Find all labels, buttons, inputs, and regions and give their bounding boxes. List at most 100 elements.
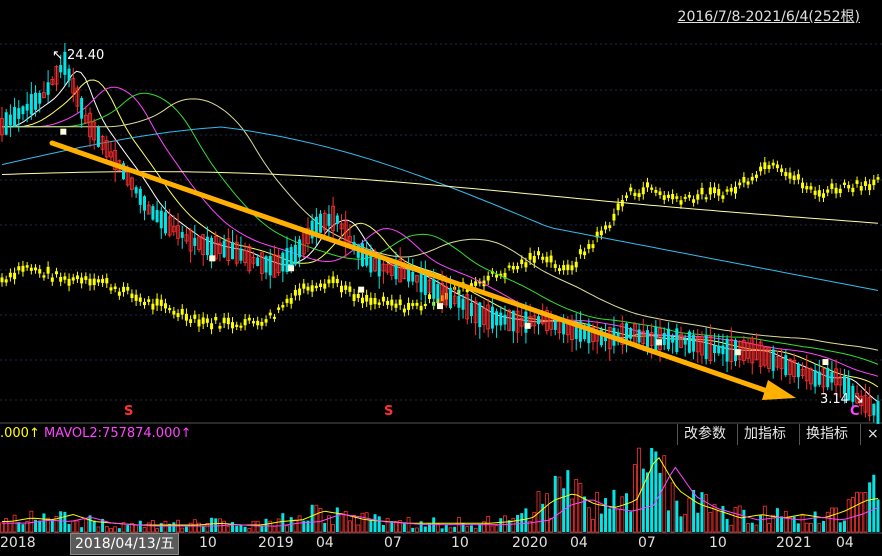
price-candle: [96, 126, 100, 147]
price-candle: [721, 345, 725, 355]
overlay-candle: [801, 182, 805, 189]
overlay-candle: [851, 187, 855, 193]
price-candle: [687, 331, 691, 353]
volume-bar: [360, 512, 365, 533]
switch-indicator-button[interactable]: 换指标: [799, 424, 854, 445]
overlay-candle: [67, 278, 71, 286]
overlay-candle: [260, 321, 264, 326]
overlay-candle: [251, 321, 255, 324]
volume-bar: [268, 520, 273, 533]
price-candle: [239, 248, 243, 261]
overlay-candle: [63, 276, 67, 280]
close-icon[interactable]: ×: [860, 424, 882, 445]
volume-bar: [872, 474, 876, 532]
overlay-candle: [180, 308, 184, 315]
overlay-candle: [750, 176, 754, 181]
overlay-candle: [298, 288, 302, 296]
volume-bar: [184, 526, 188, 532]
volume-bar: [50, 519, 54, 532]
volume-bar: [126, 525, 130, 532]
volume-bar: [850, 497, 855, 533]
volume-bar: [855, 491, 859, 533]
volume-bar: [469, 525, 473, 532]
stock-chart[interactable]: [0, 0, 882, 556]
overlay-candle: [84, 276, 88, 280]
price-candle: [21, 106, 25, 115]
volume-bar: [381, 524, 385, 532]
overlay-candle: [557, 268, 561, 271]
overlay-candle: [645, 182, 649, 188]
volume-bar: [285, 525, 289, 533]
overlay-candle: [239, 325, 243, 328]
volume-bar: [641, 468, 645, 532]
price-candle: [34, 92, 38, 110]
price-candle: [524, 311, 528, 333]
volume-bar: [377, 516, 381, 532]
overlay-candle: [419, 305, 423, 311]
overlay-candle: [754, 174, 758, 178]
date-range-label[interactable]: 2016/7/8-2021/6/4(252根): [678, 6, 860, 26]
volume-bar: [868, 482, 872, 532]
overlay-candle: [134, 294, 138, 301]
overlay-candle: [176, 313, 180, 318]
price-candle: [285, 248, 289, 272]
overlay-candle: [17, 266, 21, 271]
volume-bar: [364, 512, 369, 533]
volume-bar: [314, 504, 319, 533]
change-params-button[interactable]: 改参数: [677, 424, 732, 445]
volume-bar: [767, 523, 771, 533]
price-candle: [432, 279, 436, 299]
signal-c-marker: C: [850, 404, 860, 419]
overlay-candle: [109, 287, 113, 291]
price-candle: [872, 403, 876, 416]
price-candle: [314, 216, 318, 233]
volume-bar: [754, 524, 759, 533]
overlay-candle: [92, 278, 96, 286]
volume-bar: [553, 475, 557, 532]
volume-bar: [423, 526, 427, 532]
volume-bar: [440, 528, 444, 532]
cursor-date-label: 2018/04/13/五: [70, 533, 180, 555]
volume-bar: [729, 524, 734, 533]
volume-bar: [692, 489, 696, 532]
price-candle: [67, 68, 71, 81]
volume-bar: [138, 520, 142, 532]
price-candle: [713, 345, 717, 353]
overlay-candle: [415, 302, 419, 306]
add-indicator-button[interactable]: 加指标: [737, 424, 792, 445]
overlay-candle: [507, 265, 511, 268]
overlay-candle: [784, 172, 788, 177]
price-candles: [0, 42, 880, 429]
volume-bar: [637, 447, 641, 533]
overlay-candle: [101, 278, 105, 283]
overlay-candle: [88, 278, 92, 286]
overlay-candle: [633, 192, 637, 197]
overlay-candle: [122, 286, 126, 293]
overlay-candle: [264, 319, 268, 323]
overlay-candle: [226, 317, 230, 325]
volume-bar: [8, 522, 13, 533]
overlay-candle: [562, 265, 566, 271]
overlay-candle: [377, 302, 381, 305]
trend-arrow-head: [762, 380, 796, 400]
overlay-candle: [289, 297, 293, 304]
volume-bar: [63, 511, 67, 532]
volume-bar: [415, 527, 419, 533]
price-candle: [222, 240, 226, 258]
price-candle: [407, 267, 411, 282]
overlay-candle: [159, 299, 163, 306]
volume-bar: [549, 518, 553, 533]
overlay-candle: [398, 299, 402, 306]
volume-bar: [616, 508, 621, 533]
overlay-candle: [683, 196, 687, 199]
volume-bar: [251, 520, 256, 533]
overlay-candle: [277, 307, 281, 310]
trend-arrow: [49, 140, 796, 400]
volume-bar: [117, 528, 121, 532]
price-candle: [80, 98, 84, 119]
overlay-candle: [717, 189, 721, 196]
volume-bar: [113, 526, 118, 533]
volume-bar: [323, 522, 327, 532]
signal-marker: [209, 255, 216, 262]
overlay-candle: [549, 255, 553, 263]
